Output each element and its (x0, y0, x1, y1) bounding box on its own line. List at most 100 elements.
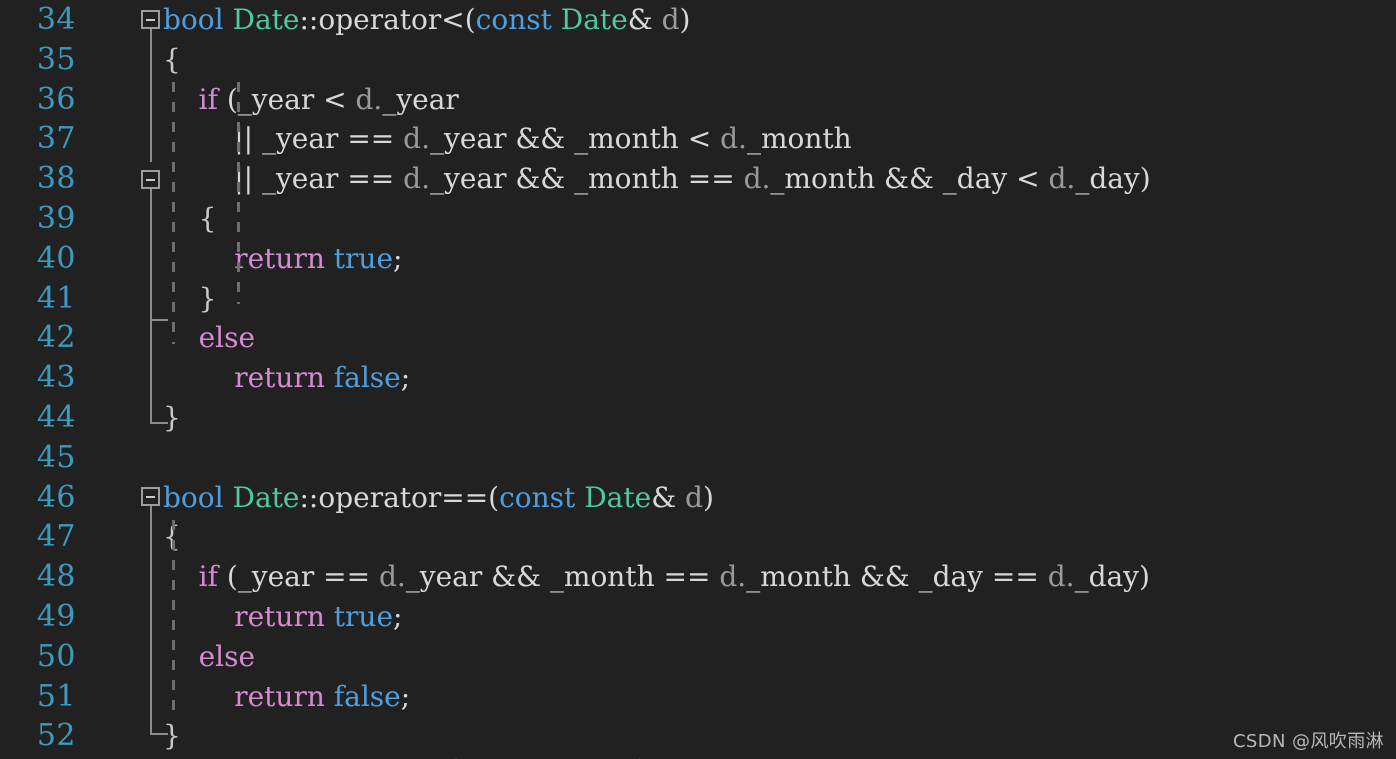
token: false (333, 679, 401, 713)
fold-toggle-icon-line-34[interactable] (141, 10, 160, 29)
code-text-44: } (163, 398, 181, 438)
code-line-35[interactable]: 35 { (0, 40, 1396, 80)
watermark: CSDN @风吹雨淋 (1232, 731, 1384, 752)
code-text-51: return false; (163, 677, 410, 717)
code-text-50: else (163, 637, 255, 677)
token: _year && _month < (430, 122, 721, 156)
token: return (234, 599, 325, 633)
line-number-44: 44 (36, 399, 76, 435)
code-editor[interactable]: 34 bool Date::operator<(const Date& d) 35{… (0, 0, 1396, 759)
token: Date (232, 480, 300, 514)
code-line-51[interactable]: 51 return false; (0, 677, 1396, 717)
token: { (163, 42, 181, 76)
line-number-50: 50 (36, 638, 76, 674)
token: } (163, 281, 217, 315)
code-line-37[interactable]: 37 || _year == d._year && _month < d._mo… (0, 119, 1396, 159)
fold-toggle-icon-line-38[interactable] (141, 170, 160, 189)
code-line-40[interactable]: 40 return true; (0, 239, 1396, 279)
token: return (234, 361, 325, 395)
code-text-42: else (163, 318, 255, 358)
code-text-36: if (_year < d._year (163, 80, 459, 120)
token: d. (743, 162, 771, 196)
token: } (163, 400, 181, 434)
token: ) (702, 480, 714, 514)
code-text-34: bool Date::operator<(const Date& d) (163, 0, 690, 40)
code-line-45[interactable]: 45 (0, 438, 1396, 478)
token: ; (400, 361, 411, 395)
token: || _year == (163, 122, 404, 156)
token: bool (163, 480, 224, 514)
code-line-50[interactable]: 50 else (0, 637, 1396, 677)
code-line-43[interactable]: 43 return false; (0, 358, 1396, 398)
token: if (198, 560, 218, 594)
code-line-39[interactable]: 39 { (0, 199, 1396, 239)
token: Date (560, 3, 628, 36)
code-text-37: || _year == d._year && _month < d._month (163, 119, 852, 159)
line-number-39: 39 (36, 200, 76, 236)
code-line-34[interactable]: 34 bool Date::operator<(const Date& d) (0, 0, 1396, 40)
token: d. (403, 122, 430, 156)
token: d. (719, 560, 747, 594)
line-number-52: 52 (36, 718, 76, 754)
token: ; (393, 241, 403, 275)
token: { (163, 520, 181, 554)
line-number-36: 36 (36, 81, 76, 117)
token: return (234, 679, 325, 713)
token: & (627, 3, 662, 36)
token: true (333, 241, 394, 275)
code-text-38: || _year == d._year && _month == d._mont… (163, 159, 1150, 199)
token: _month && _day == (746, 560, 1048, 594)
line-number-40: 40 (36, 240, 76, 276)
token: d. (378, 560, 406, 594)
code-text-49: return true; (163, 597, 402, 637)
token: _month (746, 122, 852, 156)
code-line-38[interactable]: 38 || _year == d._year && _month == d._m… (0, 159, 1396, 199)
line-number-38: 38 (36, 161, 76, 197)
token: if (198, 82, 218, 116)
code-line-47[interactable]: 47 { (0, 517, 1396, 557)
line-number-37: 37 (36, 121, 76, 157)
code-line-48[interactable]: 48 if (_year == d._year && _month == d._… (0, 557, 1396, 597)
code-text-48: if (_year == d._year && _month == d._mon… (163, 557, 1150, 597)
line-number-47: 47 (36, 519, 76, 555)
token: ; (400, 679, 411, 713)
line-number-46: 46 (36, 479, 76, 515)
token: Date (584, 480, 652, 514)
token: ) (679, 3, 691, 36)
code-line-42[interactable]: 42 else (0, 318, 1396, 358)
code-text-47: { (163, 517, 181, 557)
token: _day) (1074, 560, 1150, 594)
token: true (333, 599, 394, 633)
token: else (198, 639, 256, 673)
code-line-46[interactable]: 46 bool Date::operator==(const Date& d) (0, 478, 1396, 518)
code-text-43: return false; (163, 358, 410, 398)
token: (_year == (217, 560, 379, 594)
token: _year (382, 82, 459, 116)
line-number-45: 45 (36, 439, 76, 475)
line-number-48: 48 (36, 559, 76, 595)
code-line-44[interactable]: 44} (0, 398, 1396, 438)
token: & (651, 480, 686, 514)
code-line-41[interactable]: 41 } (0, 279, 1396, 319)
token: d. (355, 82, 383, 116)
code-text-35: { (163, 40, 181, 80)
code-line-36[interactable]: 36 if (_year < d._year (0, 80, 1396, 120)
fold-toggle-icon-line-46[interactable] (141, 487, 160, 506)
token: (_year < (217, 82, 356, 116)
code-line-49[interactable]: 49 return true; (0, 597, 1396, 637)
token: ::operator==( (299, 480, 500, 514)
